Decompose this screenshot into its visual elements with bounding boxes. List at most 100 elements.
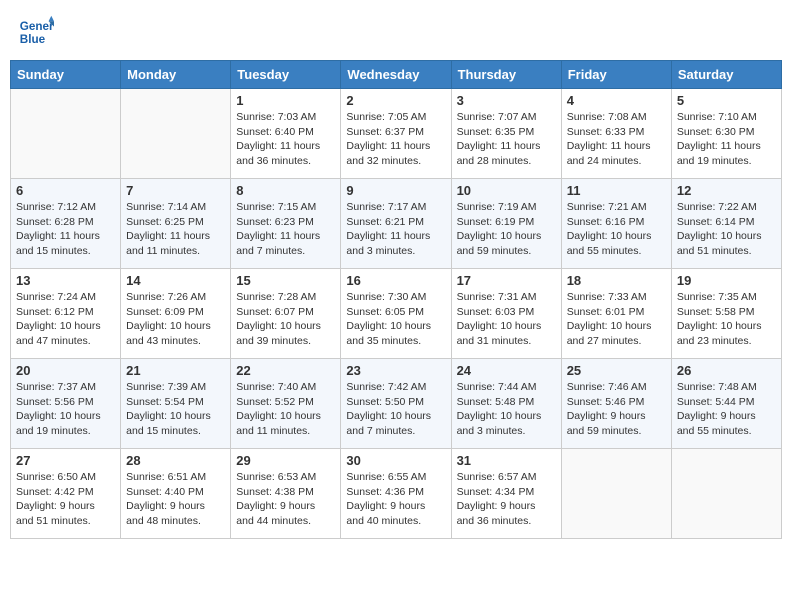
calendar-cell: 13 Sunrise: 7:24 AMSunset: 6:12 PMDayligh… xyxy=(11,269,121,359)
day-info: Sunrise: 7:35 AMSunset: 5:58 PMDaylight:… xyxy=(677,290,776,349)
day-info: Sunrise: 7:12 AMSunset: 6:28 PMDaylight:… xyxy=(16,200,115,259)
day-info: Sunrise: 7:46 AMSunset: 5:46 PMDaylight:… xyxy=(567,380,666,439)
logo: General Blue xyxy=(18,14,56,50)
day-number: 19 xyxy=(677,273,776,288)
day-number: 8 xyxy=(236,183,335,198)
day-number: 11 xyxy=(567,183,666,198)
day-number: 27 xyxy=(16,453,115,468)
day-info: Sunrise: 7:28 AMSunset: 6:07 PMDaylight:… xyxy=(236,290,335,349)
day-number: 15 xyxy=(236,273,335,288)
day-number: 23 xyxy=(346,363,445,378)
day-number: 20 xyxy=(16,363,115,378)
day-number: 9 xyxy=(346,183,445,198)
calendar-cell: 12 Sunrise: 7:22 AMSunset: 6:14 PMDayligh… xyxy=(671,179,781,269)
day-info: Sunrise: 7:30 AMSunset: 6:05 PMDaylight:… xyxy=(346,290,445,349)
calendar-cell: 18 Sunrise: 7:33 AMSunset: 6:01 PMDayligh… xyxy=(561,269,671,359)
calendar-cell xyxy=(11,89,121,179)
day-info: Sunrise: 7:44 AMSunset: 5:48 PMDaylight:… xyxy=(457,380,556,439)
calendar-cell: 29 Sunrise: 6:53 AMSunset: 4:38 PMDayligh… xyxy=(231,449,341,539)
day-number: 5 xyxy=(677,93,776,108)
day-info: Sunrise: 6:51 AMSunset: 4:40 PMDaylight:… xyxy=(126,470,225,529)
day-number: 22 xyxy=(236,363,335,378)
day-info: Sunrise: 6:55 AMSunset: 4:36 PMDaylight:… xyxy=(346,470,445,529)
calendar-cell: 30 Sunrise: 6:55 AMSunset: 4:36 PMDayligh… xyxy=(341,449,451,539)
day-number: 2 xyxy=(346,93,445,108)
day-info: Sunrise: 6:50 AMSunset: 4:42 PMDaylight:… xyxy=(16,470,115,529)
calendar-cell: 15 Sunrise: 7:28 AMSunset: 6:07 PMDayligh… xyxy=(231,269,341,359)
calendar-cell: 19 Sunrise: 7:35 AMSunset: 5:58 PMDayligh… xyxy=(671,269,781,359)
calendar-cell: 25 Sunrise: 7:46 AMSunset: 5:46 PMDayligh… xyxy=(561,359,671,449)
day-info: Sunrise: 7:08 AMSunset: 6:33 PMDaylight:… xyxy=(567,110,666,169)
day-number: 4 xyxy=(567,93,666,108)
calendar-cell: 10Sunrise: 7:19 AMSunset: 6:19 PMDayligh… xyxy=(451,179,561,269)
day-header-monday: Monday xyxy=(121,61,231,89)
calendar-cell: 8 Sunrise: 7:15 AMSunset: 6:23 PMDaylight… xyxy=(231,179,341,269)
day-info: Sunrise: 7:14 AMSunset: 6:25 PMDaylight:… xyxy=(126,200,225,259)
day-info: Sunrise: 6:57 AMSunset: 4:34 PMDaylight:… xyxy=(457,470,556,529)
calendar-cell: 3 Sunrise: 7:07 AMSunset: 6:35 PMDaylight… xyxy=(451,89,561,179)
day-number: 29 xyxy=(236,453,335,468)
day-number: 13 xyxy=(16,273,115,288)
day-number: 28 xyxy=(126,453,225,468)
svg-text:General: General xyxy=(20,20,54,33)
svg-text:Blue: Blue xyxy=(20,33,46,46)
day-info: Sunrise: 7:24 AMSunset: 6:12 PMDaylight:… xyxy=(16,290,115,349)
calendar-cell: 27 Sunrise: 6:50 AMSunset: 4:42 PMDayligh… xyxy=(11,449,121,539)
day-info: Sunrise: 7:33 AMSunset: 6:01 PMDaylight:… xyxy=(567,290,666,349)
calendar-cell: 9Sunrise: 7:17 AMSunset: 6:21 PMDaylight… xyxy=(341,179,451,269)
day-number: 1 xyxy=(236,93,335,108)
day-info: Sunrise: 7:37 AMSunset: 5:56 PMDaylight:… xyxy=(16,380,115,439)
calendar-cell: 7 Sunrise: 7:14 AMSunset: 6:25 PMDaylight… xyxy=(121,179,231,269)
calendar-table: SundayMondayTuesdayWednesdayThursdayFrid… xyxy=(10,60,782,539)
day-header-thursday: Thursday xyxy=(451,61,561,89)
day-number: 6 xyxy=(16,183,115,198)
day-info: Sunrise: 7:03 AMSunset: 6:40 PMDaylight:… xyxy=(236,110,335,169)
day-header-wednesday: Wednesday xyxy=(341,61,451,89)
day-number: 26 xyxy=(677,363,776,378)
day-info: Sunrise: 7:39 AMSunset: 5:54 PMDaylight:… xyxy=(126,380,225,439)
day-number: 24 xyxy=(457,363,556,378)
day-info: Sunrise: 7:10 AMSunset: 6:30 PMDaylight:… xyxy=(677,110,776,169)
day-number: 21 xyxy=(126,363,225,378)
calendar-cell xyxy=(671,449,781,539)
day-number: 31 xyxy=(457,453,556,468)
calendar-cell: 21 Sunrise: 7:39 AMSunset: 5:54 PMDayligh… xyxy=(121,359,231,449)
calendar-cell: 31 Sunrise: 6:57 AMSunset: 4:34 PMDayligh… xyxy=(451,449,561,539)
day-header-tuesday: Tuesday xyxy=(231,61,341,89)
day-number: 16 xyxy=(346,273,445,288)
calendar-cell xyxy=(121,89,231,179)
calendar-cell: 1 Sunrise: 7:03 AMSunset: 6:40 PMDaylight… xyxy=(231,89,341,179)
calendar-cell: 23 Sunrise: 7:42 AMSunset: 5:50 PMDayligh… xyxy=(341,359,451,449)
day-info: Sunrise: 7:07 AMSunset: 6:35 PMDaylight:… xyxy=(457,110,556,169)
day-header-saturday: Saturday xyxy=(671,61,781,89)
day-info: Sunrise: 7:15 AMSunset: 6:23 PMDaylight:… xyxy=(236,200,335,259)
day-info: Sunrise: 7:42 AMSunset: 5:50 PMDaylight:… xyxy=(346,380,445,439)
day-info: Sunrise: 7:48 AMSunset: 5:44 PMDaylight:… xyxy=(677,380,776,439)
day-header-friday: Friday xyxy=(561,61,671,89)
calendar-cell: 6 Sunrise: 7:12 AMSunset: 6:28 PMDaylight… xyxy=(11,179,121,269)
calendar-cell: 17 Sunrise: 7:31 AMSunset: 6:03 PMDayligh… xyxy=(451,269,561,359)
calendar-cell: 20 Sunrise: 7:37 AMSunset: 5:56 PMDayligh… xyxy=(11,359,121,449)
day-info: Sunrise: 7:40 AMSunset: 5:52 PMDaylight:… xyxy=(236,380,335,439)
day-info: Sunrise: 7:19 AMSunset: 6:19 PMDaylight:… xyxy=(457,200,556,259)
calendar-cell xyxy=(561,449,671,539)
day-header-sunday: Sunday xyxy=(11,61,121,89)
day-number: 7 xyxy=(126,183,225,198)
day-info: Sunrise: 6:53 AMSunset: 4:38 PMDaylight:… xyxy=(236,470,335,529)
day-number: 25 xyxy=(567,363,666,378)
day-number: 3 xyxy=(457,93,556,108)
day-number: 18 xyxy=(567,273,666,288)
calendar-cell: 4 Sunrise: 7:08 AMSunset: 6:33 PMDaylight… xyxy=(561,89,671,179)
day-number: 14 xyxy=(126,273,225,288)
calendar-cell: 5 Sunrise: 7:10 AMSunset: 6:30 PMDaylight… xyxy=(671,89,781,179)
calendar-cell: 14Sunrise: 7:26 AMSunset: 6:09 PMDayligh… xyxy=(121,269,231,359)
calendar-cell: 22 Sunrise: 7:40 AMSunset: 5:52 PMDayligh… xyxy=(231,359,341,449)
day-info: Sunrise: 7:22 AMSunset: 6:14 PMDaylight:… xyxy=(677,200,776,259)
day-number: 12 xyxy=(677,183,776,198)
day-number: 30 xyxy=(346,453,445,468)
page-header: General Blue xyxy=(10,10,782,54)
calendar-cell: 28 Sunrise: 6:51 AMSunset: 4:40 PMDayligh… xyxy=(121,449,231,539)
day-info: Sunrise: 7:05 AMSunset: 6:37 PMDaylight:… xyxy=(346,110,445,169)
day-info: Sunrise: 7:31 AMSunset: 6:03 PMDaylight:… xyxy=(457,290,556,349)
day-number: 17 xyxy=(457,273,556,288)
